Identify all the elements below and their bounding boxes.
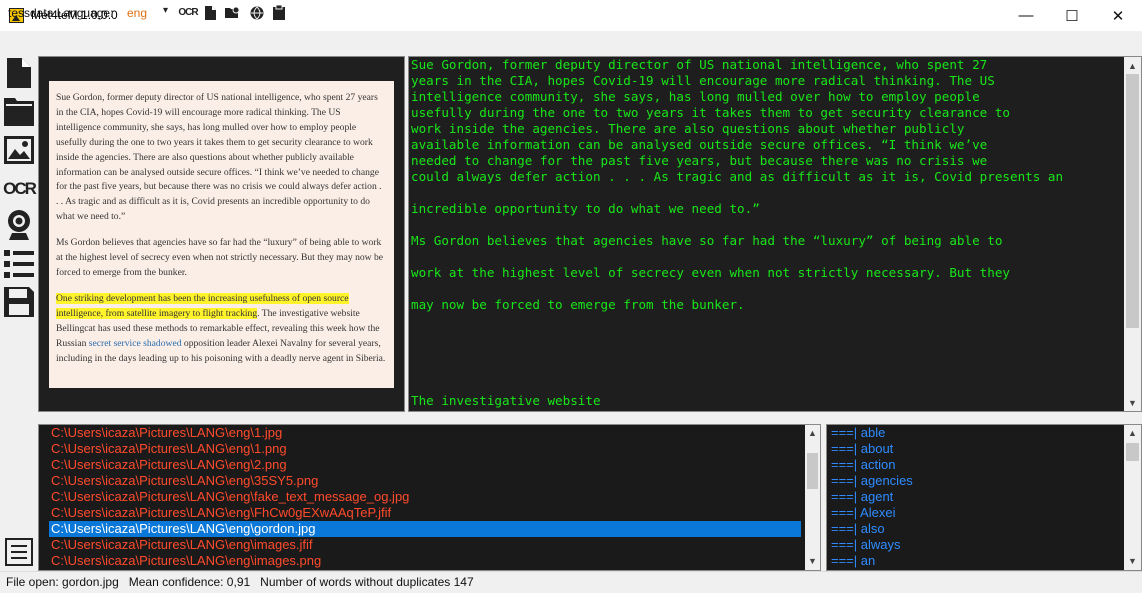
ocr-line [411,313,1123,329]
word-text: an [860,553,876,568]
ocr-line [411,377,1123,393]
scrollbar-thumb[interactable] [807,453,818,489]
list-icon[interactable] [4,249,34,279]
scroll-up-icon[interactable]: ▲ [1124,58,1141,74]
word-list-item[interactable]: ===| an [831,553,875,569]
language-select[interactable]: eng [127,6,147,20]
ocr-line: intelligence community, she says, has lo… [411,89,980,104]
scrollbar-thumb[interactable] [1126,74,1139,328]
word-prefix: ===| [831,553,861,568]
word-prefix: ===| [831,521,861,536]
document-link: secret service shadowed [88,337,182,349]
camera-folder-icon[interactable] [225,5,241,20]
document-paragraph: Sue Gordon, former deputy director of US… [56,92,382,223]
file-list-item[interactable]: C:\Users\icaza\Pictures\LANG\eng\2.png [51,457,803,473]
scrollbar-thumb[interactable] [1126,443,1139,461]
word-list-item[interactable]: ===| also [831,521,885,537]
word-list-item[interactable]: ===| always [831,537,901,553]
word-prefix: ===| [831,457,861,472]
ocr-line: incredible opportunity to do what we nee… [411,201,760,216]
ocr-output-text[interactable]: Sue Gordon, former deputy director of US… [411,57,1123,409]
ocr-line [411,185,1123,201]
scroll-up-icon[interactable]: ▲ [804,425,821,441]
new-file-icon[interactable] [4,58,34,88]
file-list-item[interactable]: C:\Users\icaza\Pictures\LANG\eng\gordon.… [49,521,801,537]
file-list-item[interactable]: C:\Users\icaza\Pictures\LANG\eng\1.jpg [51,425,803,441]
word-list-item[interactable]: ===| about [831,441,893,457]
word-list-item[interactable]: ===| Alexei [831,505,895,521]
word-prefix: ===| [831,537,861,552]
file-list-item[interactable]: C:\Users\icaza\Pictures\LANG\eng\FhCw0gE… [51,505,803,521]
word-list-item[interactable]: ===| agent [831,489,893,505]
chevron-down-icon[interactable]: ▾ [163,5,168,16]
file-list-item[interactable]: C:\Users\icaza\Pictures\LANG\eng\images.… [51,553,803,569]
ocr-line [411,217,1123,233]
save-icon[interactable] [4,287,34,317]
toolbar [0,31,1142,56]
file-list-item[interactable]: C:\Users\icaza\Pictures\LANG\eng\fake_te… [51,489,803,505]
ocr-line [411,345,1123,361]
ocr-line: The investigative website [411,393,601,408]
scroll-down-icon[interactable]: ▼ [1124,395,1141,411]
ocr-line [411,249,1123,265]
new-file-icon[interactable] [203,5,217,20]
ocr-icon[interactable]: OCR [178,5,198,20]
word-prefix: ===| [831,505,861,520]
clipboard-icon[interactable] [272,5,286,20]
file-list-item[interactable]: C:\Users\icaza\Pictures\LANG\eng\1.png [51,441,803,457]
ocr-line: available information can be analysed ou… [411,137,988,152]
scroll-up-icon[interactable]: ▲ [1124,425,1141,441]
word-text: always [860,537,901,552]
word-text: action [860,457,896,472]
ocr-line: usefully during the one to two years it … [411,105,1010,120]
close-button[interactable]: ✕ [1095,0,1141,31]
word-prefix: ===| [831,489,861,504]
ocr-line [411,281,1123,297]
tessdata-language-label: tessdata Language: [8,6,114,20]
ocr-line: could always defer action . . . As tragi… [411,169,1064,184]
globe-icon[interactable] [249,5,264,20]
ocr-line [411,361,1123,377]
document-paragraph: Ms Gordon believes that agencies have so… [56,237,384,278]
scroll-down-icon[interactable]: ▼ [1124,553,1141,569]
word-text: Alexei [860,505,896,520]
file-list-scrollbar[interactable] [805,425,820,570]
minimize-button[interactable]: — [1003,0,1049,31]
ocr-line: work inside the agencies. There are also… [411,121,965,136]
word-text: able [860,425,886,440]
ocr-line: Ms Gordon believes that agencies have so… [411,233,1003,248]
scroll-down-icon[interactable]: ▼ [804,553,821,569]
status-text: File open: gordon.jpg Mean confidence: 0… [6,575,474,589]
word-prefix: ===| [831,441,861,456]
ocr-line: Sue Gordon, former deputy director of US… [411,57,988,72]
word-list-item[interactable]: ===| able [831,425,885,441]
ocr-line: may now be forced to emerge from the bun… [411,297,745,312]
ocr-line: needed to change for the past five years… [411,153,988,168]
word-text: agent [860,489,894,504]
word-prefix: ===| [831,425,861,440]
title-bar [0,0,1142,31]
ocr-line [411,329,1123,345]
document-paragraph: One striking development has been the in… [56,292,386,367]
webcam-icon[interactable] [4,210,34,240]
word-text: agencies [860,473,913,488]
word-prefix: ===| [831,473,861,488]
word-text: about [860,441,894,456]
ocr-line: work at the highest level of secrecy eve… [411,265,1010,280]
ocr-line: years in the CIA, hopes Covid-19 will en… [411,73,995,88]
word-list-item[interactable]: ===| action [831,457,895,473]
file-list-item[interactable]: C:\Users\icaza\Pictures\LANG\eng\35SY5.p… [51,473,803,489]
ocr-icon[interactable]: OCR [3,174,37,204]
maximize-button[interactable]: ☐ [1049,0,1095,31]
folder-icon[interactable] [4,97,34,127]
image-icon[interactable] [4,135,34,165]
word-text: also [860,521,885,536]
word-list-item[interactable]: ===| agencies [831,473,913,489]
menu-icon[interactable] [5,538,33,566]
file-list-item[interactable]: C:\Users\icaza\Pictures\LANG\eng\images.… [51,537,803,553]
